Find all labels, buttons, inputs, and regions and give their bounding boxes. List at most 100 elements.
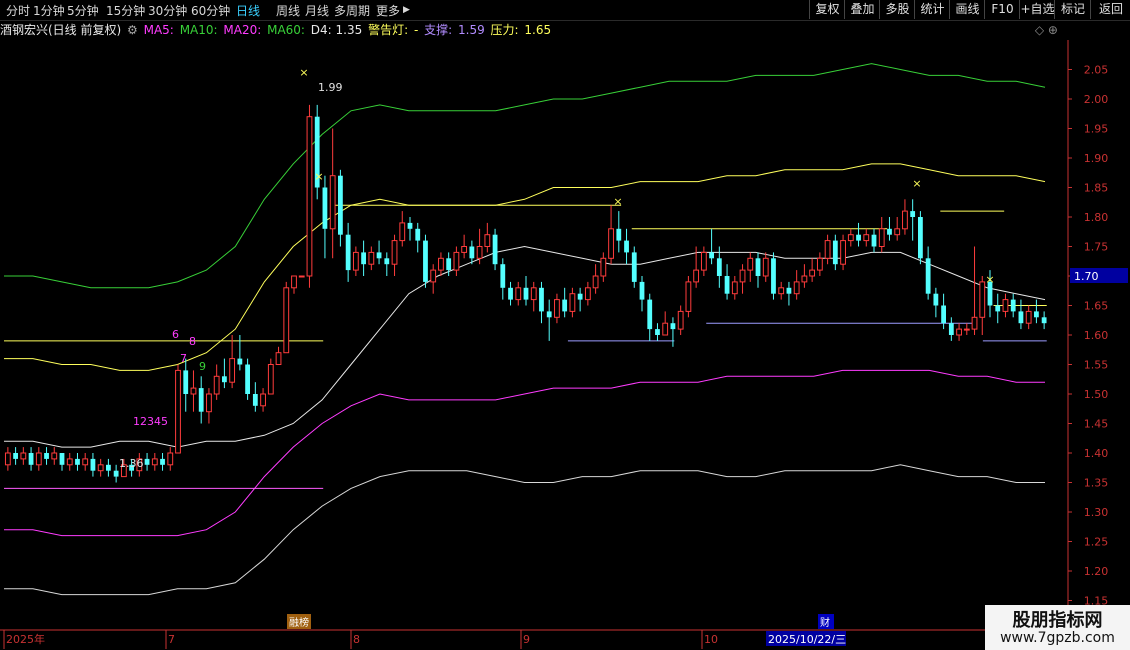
candle-body (1034, 311, 1039, 318)
period-tab-5[interactable]: 60分钟 (191, 2, 230, 19)
candle-body (778, 287, 785, 295)
watermark-title: 股朋指标网 (1012, 610, 1103, 631)
warning-marker: × (912, 177, 921, 190)
candle-body (592, 275, 599, 289)
candle-body (222, 376, 227, 383)
corner-icons[interactable]: ◇ ⊕ (1035, 21, 1058, 39)
tool-button-0[interactable]: 复权 (809, 0, 845, 19)
candle-body (530, 287, 537, 301)
candle-body (910, 211, 916, 217)
tool-button-8[interactable]: 返回 (1090, 0, 1130, 19)
warning-marker: × (613, 195, 622, 208)
indicator-info-bar: 酒钢宏兴(日线 前复权) ⚙ MA5: MA10: MA20: MA60: D4… (0, 21, 1068, 39)
candle-body (361, 252, 366, 265)
watermark-logo: 股朋指标网 www.7gpzb.com (985, 605, 1130, 650)
candle-body (762, 257, 769, 277)
tool-button-4[interactable]: 画线 (949, 0, 985, 19)
stock-name: 酒钢宏兴(日线 前复权) (0, 23, 122, 37)
candle-body (887, 228, 892, 235)
sequence-7-label: 7 (180, 352, 187, 365)
candle-body (608, 228, 614, 259)
y-tick-label: 1.85 (1084, 182, 1109, 195)
bottom-marker-label: 融榜 (289, 616, 309, 629)
candle-body (771, 258, 776, 294)
period-tab-6[interactable]: 日线 (236, 2, 260, 19)
candle-body (902, 210, 908, 230)
sequence-8-label: 8 (189, 335, 196, 348)
candle-body (298, 275, 305, 278)
sequence-9-label: 9 (199, 360, 206, 373)
candle-body (685, 281, 692, 312)
candle-body (329, 175, 336, 230)
x-tick-label: 2025年 (6, 632, 45, 646)
candlestick-chart[interactable]: 1.151.201.251.301.351.401.451.501.551.60… (0, 0, 1130, 650)
candle-body (647, 299, 653, 330)
ma-line-green_top (4, 63, 1046, 289)
y-tick-label: 1.60 (1084, 329, 1109, 342)
candle-body (948, 323, 954, 335)
candle-body (755, 258, 761, 276)
candle-body (283, 287, 290, 354)
candle-body (151, 458, 158, 466)
warning-label: 警告灯: (368, 23, 409, 37)
candle-body (275, 352, 282, 366)
candle-body (539, 287, 544, 312)
candle-body (562, 299, 568, 312)
period-tab-7[interactable]: 周线 (276, 2, 300, 19)
candle-body (832, 240, 838, 265)
period-tab-3[interactable]: 15分钟 (106, 2, 145, 19)
candle-body (4, 452, 11, 466)
y-tick-label: 1.20 (1084, 565, 1109, 578)
candle-body (469, 246, 475, 259)
d4-value: D4: 1.35 (310, 23, 363, 37)
tool-button-7[interactable]: 标记 (1054, 0, 1091, 19)
x-tick-label: 7 (168, 633, 175, 646)
candle-body (693, 269, 700, 283)
more-arrow-icon[interactable]: ▶ (403, 5, 410, 15)
period-tab-1[interactable]: 1分钟 (33, 2, 65, 19)
period-tab-9[interactable]: 多周期 (334, 2, 370, 19)
candle-body (600, 257, 607, 277)
candle-body (415, 228, 421, 241)
candle-body (113, 470, 119, 477)
candle-body (856, 234, 861, 241)
candle-body (662, 322, 669, 336)
y-tick-label: 2.05 (1084, 64, 1109, 77)
candle-body (631, 252, 637, 282)
candle-body (213, 375, 220, 395)
y-tick-label: 1.25 (1084, 536, 1109, 549)
tool-button-5[interactable]: F10 (984, 0, 1020, 19)
period-toolbar: 分时 1分钟 5分钟 15分钟 30分钟 60分钟 日线 周线 月线 多周期 更多 ▶ 复权 叠加 多股 统计… (0, 0, 1130, 21)
period-tab-0[interactable]: 分时 (6, 2, 30, 19)
tool-button-1[interactable]: 叠加 (844, 0, 880, 19)
candle-body (739, 269, 746, 283)
candle-body (925, 258, 931, 294)
period-tab-2[interactable]: 5分钟 (67, 2, 99, 19)
settings-icon[interactable]: ⚙ (127, 23, 138, 37)
candle-body (995, 305, 1001, 312)
candle-body (13, 453, 18, 459)
y-tick-label: 1.65 (1084, 300, 1109, 313)
candle-body (809, 269, 816, 277)
tool-button-6[interactable]: +自选 (1019, 0, 1055, 19)
period-tab-8[interactable]: 月线 (305, 2, 329, 19)
candle-body (963, 328, 970, 331)
candle-body (546, 311, 552, 318)
support-value: 1.59 (458, 23, 485, 37)
ma-line-magenta_mid (4, 369, 1045, 537)
candle-body (655, 329, 660, 335)
tool-button-2[interactable]: 多股 (879, 0, 915, 19)
warning-marker: × (299, 66, 308, 79)
tool-button-3[interactable]: 统计 (914, 0, 950, 19)
sequence-purple-label: 12345 (133, 415, 168, 428)
ma-line-yellow_upper (4, 163, 1046, 371)
y-tick-label: 1.80 (1084, 211, 1109, 224)
period-tab-10[interactable]: 更多 (376, 2, 400, 19)
pressure-label: 压力: (490, 23, 519, 37)
candle-body (824, 240, 831, 259)
period-tab-4[interactable]: 30分钟 (148, 2, 187, 19)
candle-body (677, 310, 684, 330)
candle-body (106, 464, 111, 471)
candle-body (167, 452, 174, 466)
date-highlight-label: 2025/10/22/三 (768, 633, 846, 646)
